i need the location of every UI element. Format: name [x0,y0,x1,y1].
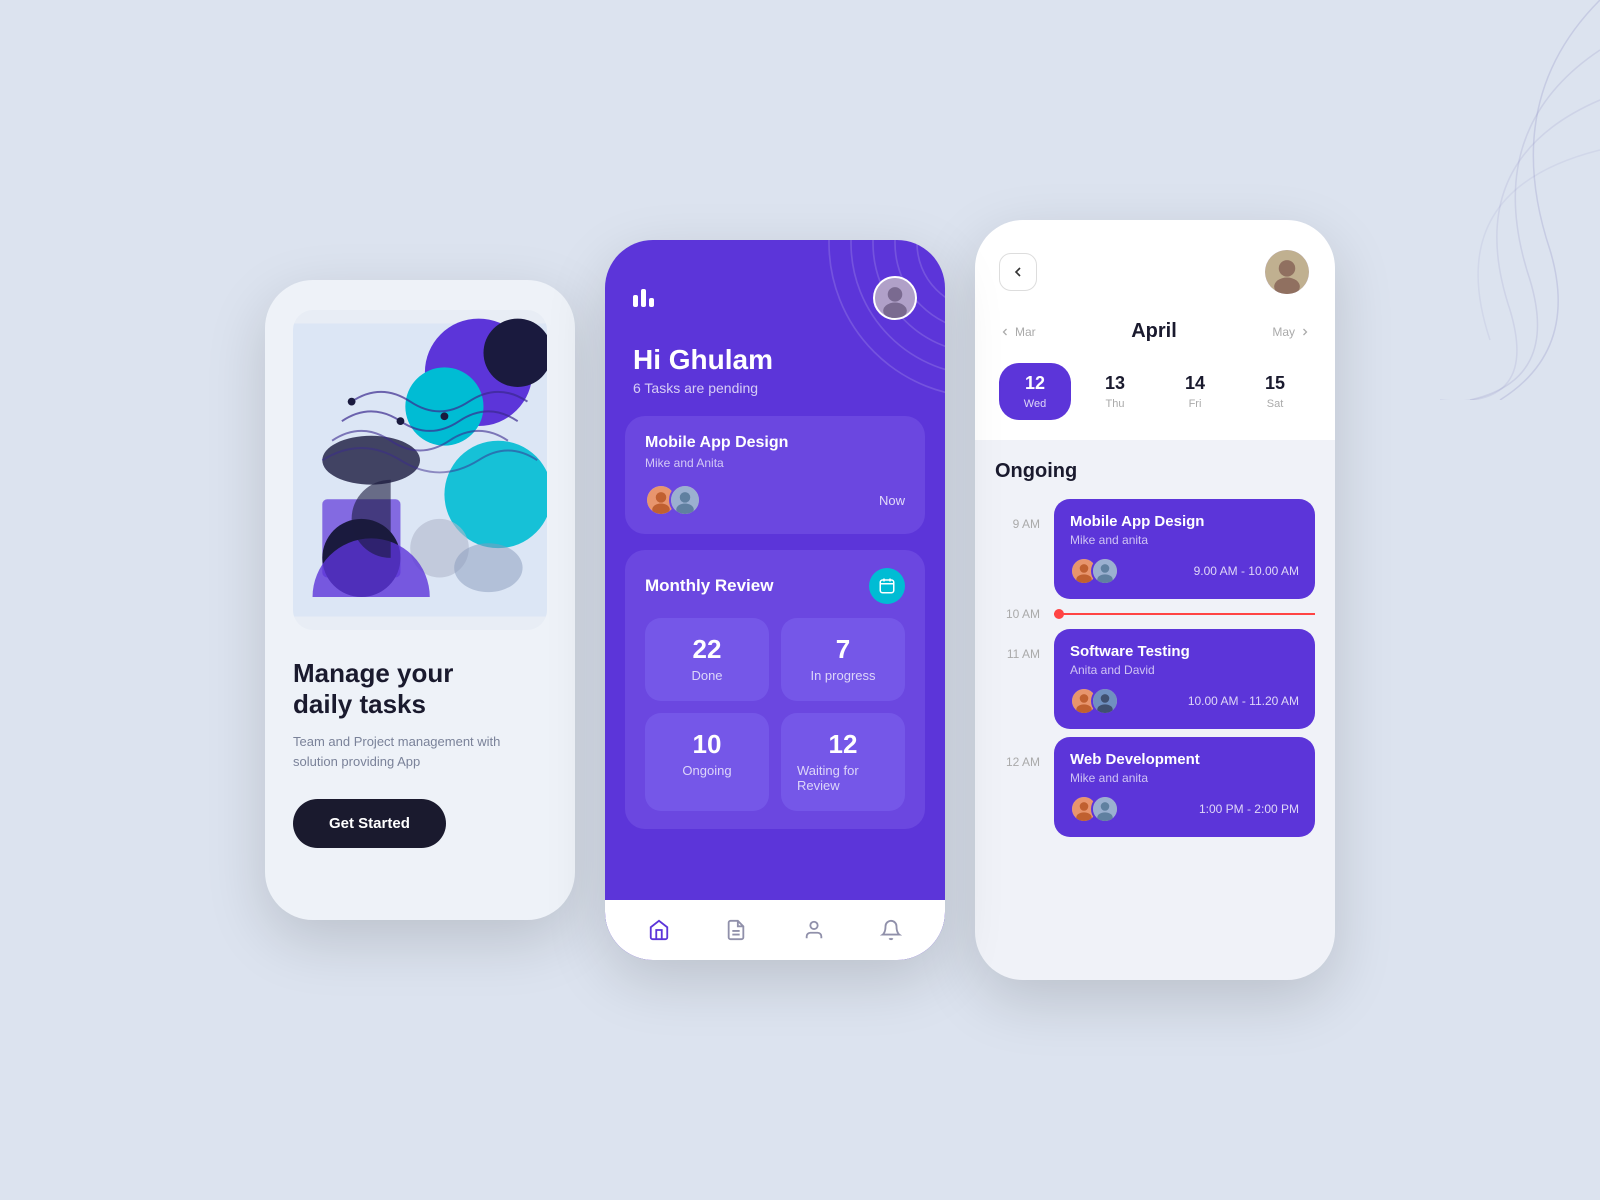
cal-day-12[interactable]: 12 Wed [999,363,1071,420]
dashboard-body: Mobile App Design Mike and Anita Now [605,416,945,900]
calendar-days: 12 Wed 13 Thu 14 Fri 15 Sat [999,363,1311,420]
meeting-3-avatars [1070,795,1119,823]
cal-day-14[interactable]: 14 Fri [1159,363,1231,420]
meeting-2-sub: Anita and David [1070,663,1299,677]
meeting-3-time: 1:00 PM - 2:00 PM [1199,802,1299,816]
m1-av2 [1091,557,1119,585]
red-time-dot [1054,609,1064,619]
get-started-button[interactable]: Get Started [293,799,446,848]
onboarding-content: Manage your daily tasks Team and Project… [293,658,547,884]
time-label-9am: 9 AM [995,499,1040,531]
current-time-label: 10 AM [995,607,1040,621]
meeting-2-footer: 10.00 AM - 11.20 AM [1070,687,1299,715]
review-header: Monthly Review [645,568,905,604]
phone-onboarding: Manage your daily tasks Team and Project… [265,280,575,920]
meeting-1-title: Mobile App Design [1070,513,1299,530]
tasks-pending: 6 Tasks are pending [633,380,917,396]
bottom-nav [605,900,945,960]
review-section: Monthly Review 22 Done [625,550,925,829]
assignee-avatars [645,484,701,516]
stat-inprogress-label: In progress [810,668,875,683]
onboarding-subtitle: Team and Project management with solutio… [293,732,547,771]
meeting-3-footer: 1:00 PM - 2:00 PM [1070,795,1299,823]
stat-ongoing: 10 Ongoing [645,713,769,811]
user-avatar[interactable] [873,276,917,320]
current-time-indicator: 10 AM [995,607,1315,621]
calendar-icon-btn[interactable] [869,568,905,604]
stat-inprogress-number: 7 [836,636,850,662]
stat-done-label: Done [691,668,722,683]
task-time: Now [879,493,905,508]
ongoing-section-title: Ongoing [995,460,1315,483]
meeting-2-title: Software Testing [1070,643,1299,660]
avatar-2 [669,484,701,516]
m3-av2 [1091,795,1119,823]
meeting-2-avatars [1070,687,1119,715]
stat-done-number: 22 [693,636,722,662]
stats-grid: 22 Done 7 In progress 10 Ongoing 12 Wait… [645,618,905,811]
meeting-3-sub: Mike and anita [1070,771,1299,785]
phone-dashboard: Hi Ghulam 6 Tasks are pending Mobile App… [605,240,945,960]
bar-chart-icon [633,289,654,307]
meeting-1-footer: 9.00 AM - 10.00 AM [1070,557,1299,585]
meeting-3-title: Web Development [1070,751,1299,768]
prev-month-button[interactable]: Mar [999,325,1036,339]
time-label-11am: 11 AM [995,629,1040,661]
stat-inprogress: 7 In progress [781,618,905,701]
month-navigation: Mar April May [999,320,1311,343]
calendar-body: Ongoing 9 AM Mobile App Design Mike and … [975,440,1335,980]
nav-documents[interactable] [722,916,750,944]
nav-profile[interactable] [800,916,828,944]
cal-day-13[interactable]: 13 Thu [1079,363,1151,420]
review-title: Monthly Review [645,576,773,596]
stat-waiting-label: Waiting for Review [797,763,889,793]
dashboard-header: Hi Ghulam 6 Tasks are pending [605,240,945,416]
cal-day-15[interactable]: 15 Sat [1239,363,1311,420]
cal-user-avatar[interactable] [1263,248,1311,296]
meeting-card-1[interactable]: Mobile App Design Mike and anita [1054,499,1315,599]
task-assignees: Mike and Anita [645,456,905,470]
artwork [293,310,547,630]
next-month-button[interactable]: May [1272,325,1311,339]
meeting-1-sub: Mike and anita [1070,533,1299,547]
stat-done: 22 Done [645,618,769,701]
timeline-row-1: 9 AM Mobile App Design Mike and anita [995,499,1315,599]
topbar [633,276,917,320]
timeline: 9 AM Mobile App Design Mike and anita [995,499,1315,845]
stat-ongoing-label: Ongoing [682,763,731,778]
onboarding-title: Manage your daily tasks [293,658,547,720]
cal-topbar [999,248,1311,296]
time-label-12am: 12 AM [995,737,1040,769]
meeting-1-time: 9.00 AM - 10.00 AM [1194,564,1299,578]
meeting-card-2[interactable]: Software Testing Anita and David [1054,629,1315,729]
phones-container: Manage your daily tasks Team and Project… [265,220,1335,980]
meeting-2-time: 10.00 AM - 11.20 AM [1188,694,1299,708]
meeting-card-3[interactable]: Web Development Mike and anita [1054,737,1315,837]
red-time-line [1054,613,1315,615]
phone-calendar: Mar April May 12 Wed 13 Thu 14 [975,220,1335,980]
task-footer: Now [645,484,905,516]
stat-ongoing-number: 10 [693,731,722,757]
current-month: April [1052,320,1257,343]
back-button[interactable] [999,253,1037,291]
stat-waiting: 12 Waiting for Review [781,713,905,811]
nav-home[interactable] [645,916,673,944]
meeting-1-avatars [1070,557,1119,585]
nav-notifications[interactable] [877,916,905,944]
task-title: Mobile App Design [645,434,905,452]
calendar-header: Mar April May 12 Wed 13 Thu 14 [975,220,1335,440]
stat-waiting-number: 12 [829,731,858,757]
m2-av2 [1091,687,1119,715]
timeline-row-2: 11 AM Software Testing Anita and David [995,629,1315,729]
task-card[interactable]: Mobile App Design Mike and Anita Now [625,416,925,534]
greeting-name: Hi Ghulam [633,344,917,376]
timeline-row-3: 12 AM Web Development Mike and anita [995,737,1315,837]
